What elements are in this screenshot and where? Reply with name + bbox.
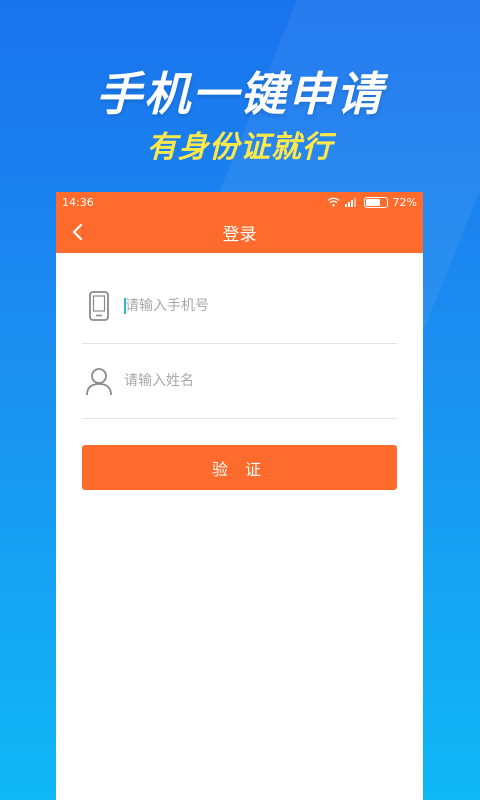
battery-percent: 72% (392, 195, 417, 209)
battery-fill (365, 198, 380, 206)
phone-field (82, 269, 397, 344)
nav-title: 登录 (222, 225, 257, 245)
top-bar: 14:36 72% 登录 (56, 192, 423, 253)
status-time: 14:36 (62, 195, 94, 209)
status-bar: 14:36 72% (56, 192, 423, 212)
promo-headline: 手机一键申请 (96, 67, 384, 121)
phone-input[interactable] (125, 298, 375, 314)
battery-icon (363, 196, 388, 208)
nav-bar: 登录 (56, 212, 423, 253)
promo-subline: 有身份证就行 (147, 130, 333, 165)
name-input[interactable] (124, 373, 374, 389)
phone-icon (84, 291, 114, 321)
wifi-icon (327, 197, 339, 207)
verify-button[interactable]: 验 证 (82, 445, 397, 490)
back-arrow-icon[interactable] (68, 222, 88, 242)
name-field (82, 344, 397, 419)
phone-screen: 14:36 72% 登录 请输入手机号 请输入姓名 验 证 (56, 192, 423, 800)
person-icon (84, 366, 114, 396)
login-form: 验 证 (56, 269, 423, 490)
status-icons: 72% (327, 196, 417, 209)
signal-icon (344, 198, 356, 207)
